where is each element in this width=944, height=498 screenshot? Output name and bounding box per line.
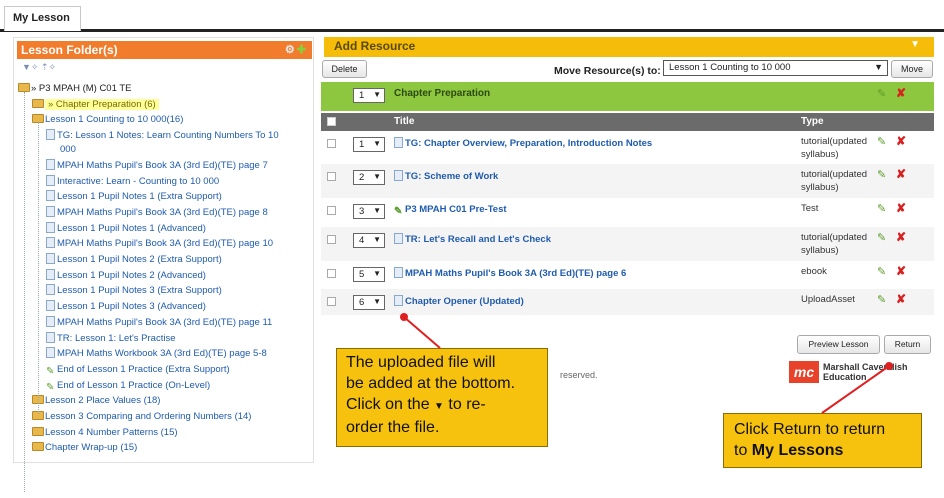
arrow-line [403, 316, 441, 349]
arrow-dot [400, 313, 408, 321]
arrow-dot [885, 362, 893, 370]
callout-arrows [400, 313, 893, 414]
arrow-line [821, 365, 890, 414]
